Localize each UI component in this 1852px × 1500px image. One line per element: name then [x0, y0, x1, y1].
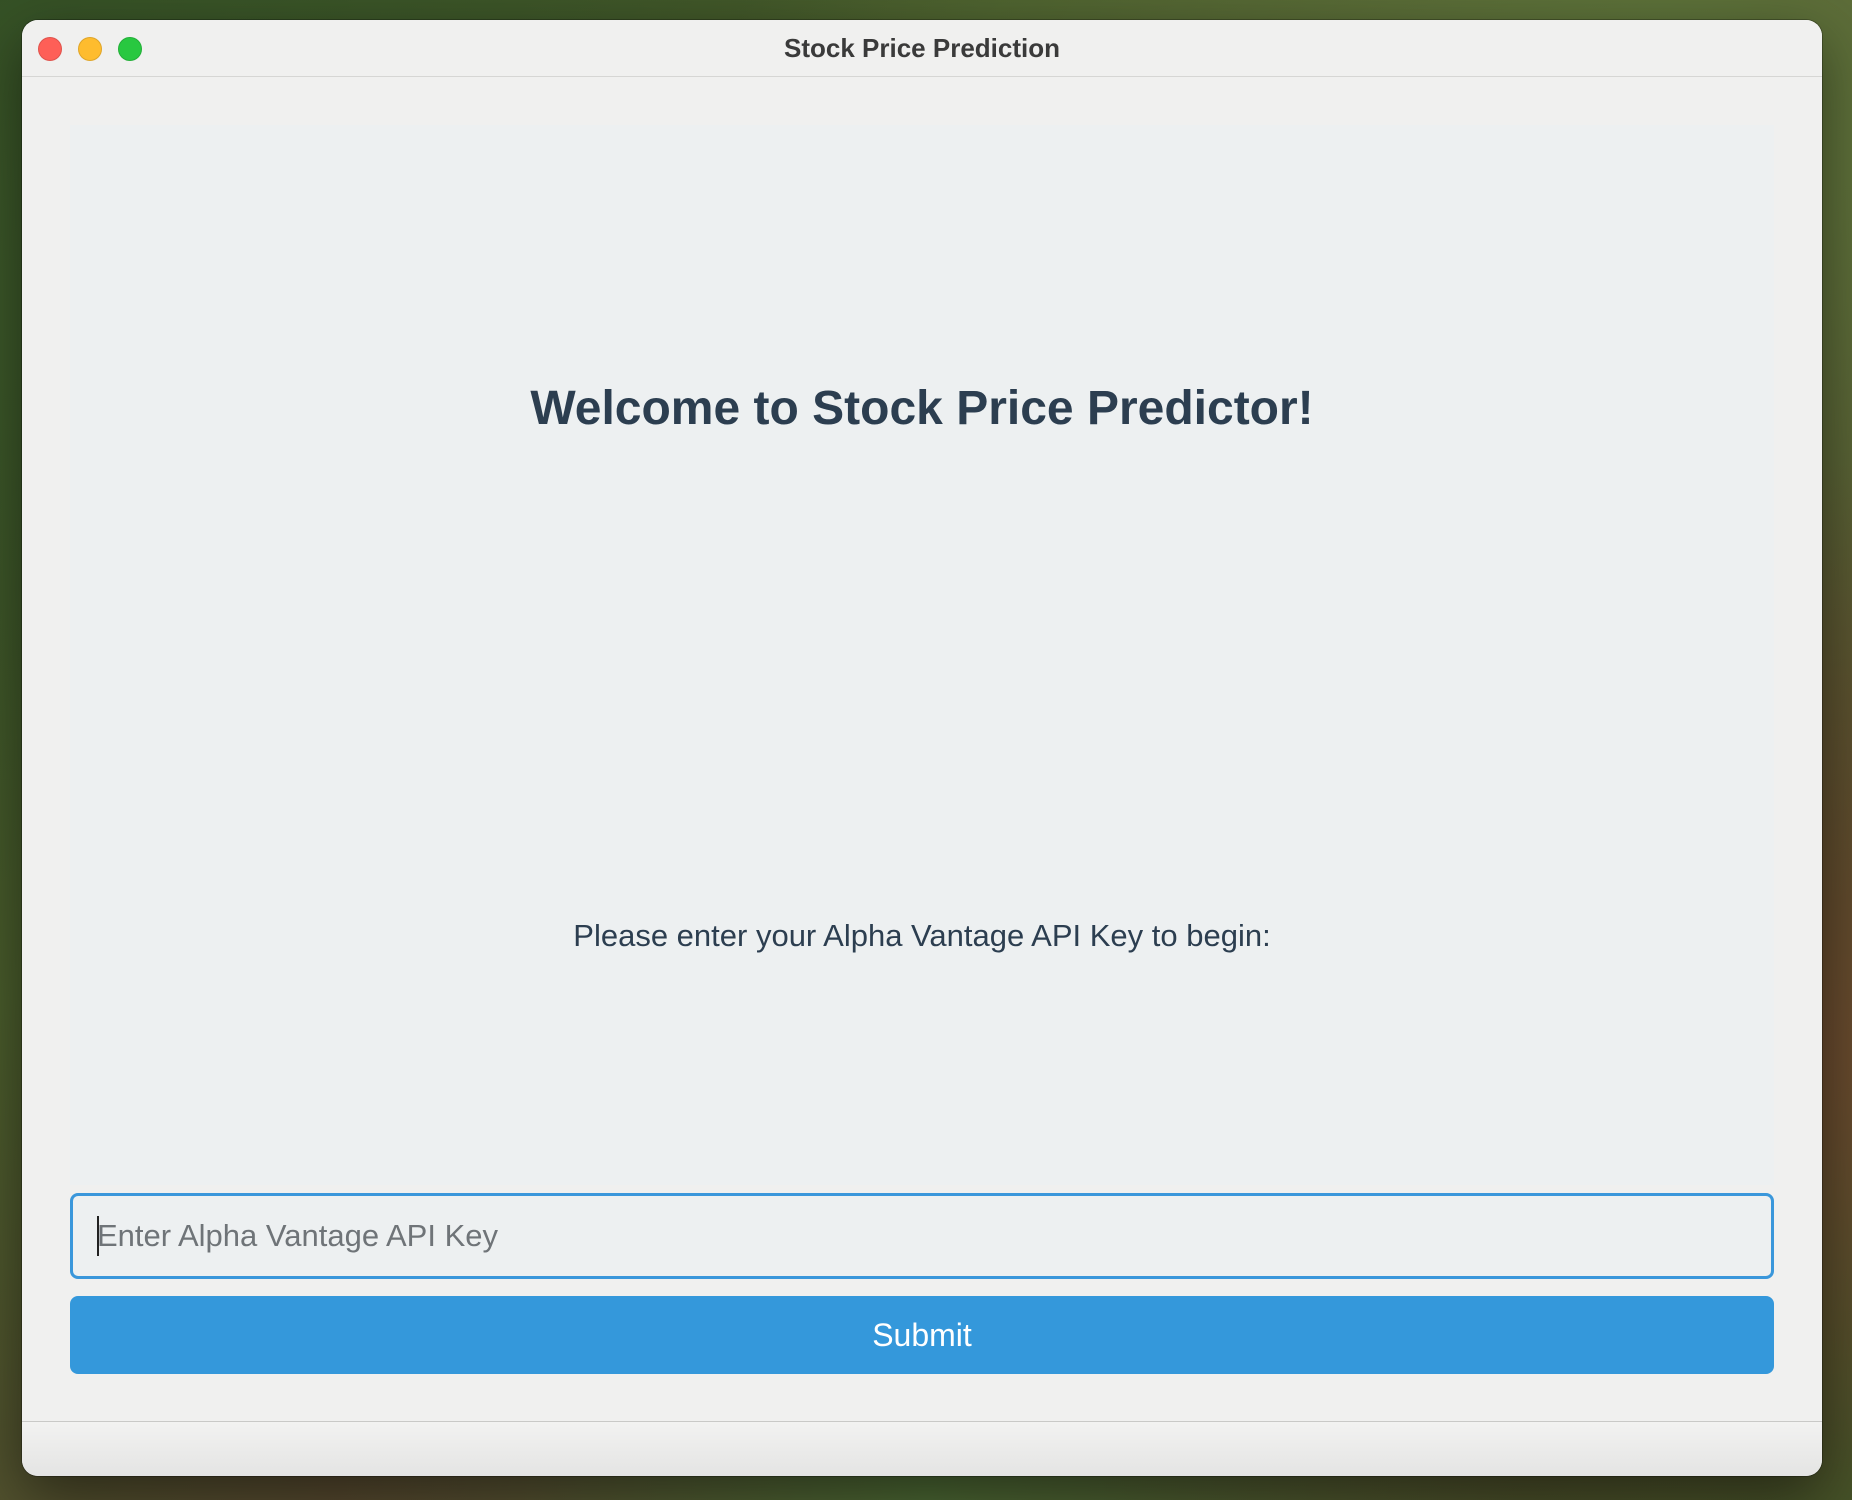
welcome-heading: Welcome to Stock Price Predictor!	[530, 382, 1314, 435]
status-bar	[22, 1421, 1822, 1476]
welcome-panel: Welcome to Stock Price Predictor!	[70, 125, 1774, 655]
title-bar[interactable]: Stock Price Prediction	[22, 20, 1822, 77]
prompt-panel: Please enter your Alpha Vantage API Key …	[70, 655, 1774, 1185]
window-title: Stock Price Prediction	[784, 33, 1060, 63]
api-key-prompt: Please enter your Alpha Vantage API Key …	[573, 918, 1271, 953]
api-key-input[interactable]	[70, 1193, 1774, 1279]
text-cursor	[97, 1216, 99, 1256]
app-window: Stock Price Prediction Welcome to Stock …	[22, 20, 1822, 1476]
submit-button[interactable]: Submit	[70, 1296, 1774, 1374]
